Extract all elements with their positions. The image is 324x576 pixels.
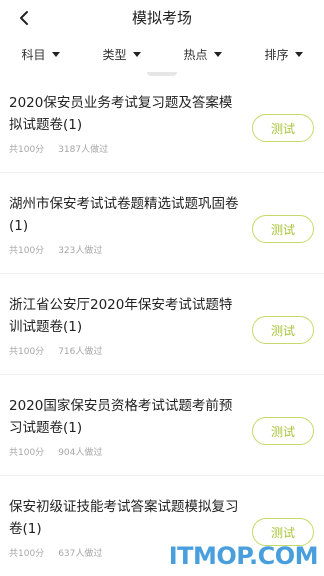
exam-taken-count: 716人做过 xyxy=(58,347,103,357)
exam-list[interactable]: 2020保安员业务考试复习题及答案模拟试题卷(1) 共100分 3187人做过 … xyxy=(0,72,324,576)
exam-title: 2020保安员业务考试复习题及答案模拟试题卷(1) xyxy=(9,95,233,133)
exam-taken-count: 904人做过 xyxy=(58,448,103,458)
filter-sort-label: 排序 xyxy=(264,47,289,62)
filter-subject-label: 科目 xyxy=(21,47,46,62)
chevron-left-icon xyxy=(20,11,28,25)
test-button[interactable]: 测试 xyxy=(252,114,314,142)
exam-total-score: 共100分 xyxy=(9,347,45,357)
test-button[interactable]: 测试 xyxy=(252,215,314,243)
exam-total-score: 共100分 xyxy=(9,549,45,559)
exam-meta: 共100分 3187人做过 xyxy=(9,142,108,155)
caret-down-icon xyxy=(51,51,60,57)
page-title: 模拟考场 xyxy=(131,9,192,27)
exam-title: 保安初级证技能考试答案试题模拟复习卷(1) xyxy=(9,499,239,537)
exam-total-score: 共100分 xyxy=(9,448,45,458)
exam-title: 湖州市保安考试试卷题精选试题巩固卷(1) xyxy=(9,196,239,234)
exam-taken-count: 323人做过 xyxy=(58,246,103,256)
exam-list-item[interactable]: 浙江省公安厅2020年保安考试试题特训试题卷(1) 共100分 716人做过 测… xyxy=(0,274,324,375)
test-button[interactable]: 测试 xyxy=(252,417,314,445)
filter-bar: 科目 类型 热点 排序 xyxy=(0,36,324,72)
exam-taken-count: 3187人做过 xyxy=(58,145,109,155)
exam-list-item[interactable]: 2020国家保安员资格考试试题考前预习试题卷(1) 共100分 904人做过 测… xyxy=(0,375,324,476)
filter-type[interactable]: 类型 xyxy=(96,42,146,67)
exam-total-score: 共100分 xyxy=(9,145,45,155)
filter-hot[interactable]: 热点 xyxy=(177,42,227,67)
exam-meta: 共100分 904人做过 xyxy=(9,445,102,458)
header-bar: 模拟考场 xyxy=(0,0,324,36)
caret-down-icon xyxy=(132,51,141,57)
filter-sort[interactable]: 排序 xyxy=(258,42,308,67)
filter-hot-label: 热点 xyxy=(183,47,208,62)
filter-subject[interactable]: 科目 xyxy=(15,42,65,67)
back-button[interactable] xyxy=(10,4,38,32)
exam-taken-count: 637人做过 xyxy=(58,549,103,559)
exam-title: 浙江省公安厅2020年保安考试试题特训试题卷(1) xyxy=(9,297,233,335)
caret-down-icon xyxy=(213,51,222,57)
exam-meta: 共100分 716人做过 xyxy=(9,344,102,357)
exam-total-score: 共100分 xyxy=(9,246,45,256)
exam-title: 2020国家保安员资格考试试题考前预习试题卷(1) xyxy=(9,398,233,436)
exam-list-item[interactable]: 湖州市保安考试试卷题精选试题巩固卷(1) 共100分 323人做过 测试 xyxy=(0,173,324,274)
caret-down-icon xyxy=(294,51,303,57)
exam-meta: 共100分 323人做过 xyxy=(9,243,102,256)
exam-list-item[interactable]: 保安初级证技能考试答案试题模拟复习卷(1) 共100分 637人做过 测试 xyxy=(0,476,324,576)
test-button[interactable]: 测试 xyxy=(252,316,314,344)
exam-list-item[interactable]: 2020保安员业务考试复习题及答案模拟试题卷(1) 共100分 3187人做过 … xyxy=(0,72,324,173)
filter-type-label: 类型 xyxy=(102,47,127,62)
test-button[interactable]: 测试 xyxy=(252,518,314,546)
exam-meta: 共100分 637人做过 xyxy=(9,546,102,559)
